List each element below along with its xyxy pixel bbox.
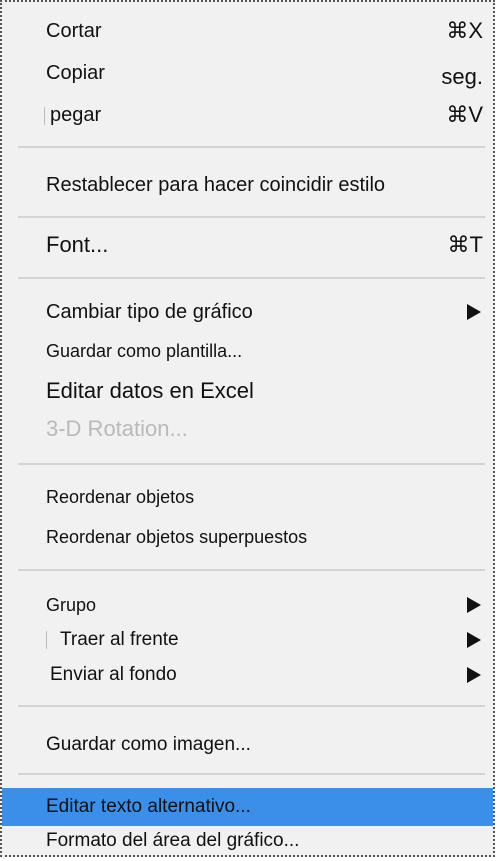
menu-item-font[interactable]: Font... ⌘T: [2, 228, 493, 262]
menu-separator: [18, 216, 485, 218]
shortcut-label: seg.: [441, 64, 483, 89]
menu-item-cut[interactable]: Cortar ⌘X: [2, 14, 493, 48]
menu-item-label: Editar texto alternativo...: [46, 796, 251, 817]
menu-separator: [18, 146, 485, 148]
shortcut-label: ⌘V: [446, 102, 483, 127]
menu-item-change-chart-type[interactable]: Cambiar tipo de gráfico: [2, 295, 493, 329]
context-menu: Cortar ⌘X Copiar seg. pegar ⌘V Restablec…: [0, 0, 495, 857]
menu-item-edit-alt-text[interactable]: Editar texto alternativo...: [2, 788, 493, 826]
menu-item-label: Traer al frente: [60, 629, 179, 650]
submenu-arrow-icon: [467, 304, 481, 320]
menu-item-label: Reordenar objetos: [46, 487, 195, 507]
menu-separator: [18, 569, 485, 571]
menu-item-label: Enviar al fondo: [50, 664, 177, 685]
menu-item-send-back[interactable]: Enviar al fondo: [2, 658, 493, 692]
menu-item-edit-data-excel[interactable]: Editar datos en Excel: [2, 374, 493, 408]
menu-item-label: Font...: [46, 232, 109, 257]
menu-separator: [18, 463, 485, 465]
menu-item-label: Formato del área del gráfico...: [46, 830, 300, 851]
menu-item-reorder-overlapping[interactable]: Reordenar objetos superpuestos: [2, 520, 493, 554]
menu-item-label: pegar: [50, 104, 102, 126]
menu-item-label: 3-D Rotation...: [46, 416, 188, 441]
menu-item-paste[interactable]: pegar ⌘V: [2, 98, 493, 132]
text-cursor-marker: [44, 107, 45, 125]
menu-separator: [18, 705, 485, 707]
menu-separator: [18, 773, 485, 775]
menu-item-3d-rotation: 3-D Rotation...: [2, 412, 493, 446]
menu-item-label: Reordenar objetos superpuestos: [46, 527, 308, 547]
menu-item-format-chart-area[interactable]: Formato del área del gráfico...: [2, 824, 493, 858]
menu-item-reset-style[interactable]: Restablecer para hacer coincidir estilo: [2, 168, 493, 202]
shortcut-label: ⌘X: [446, 18, 483, 43]
menu-item-group[interactable]: Grupo: [2, 588, 493, 622]
menu-item-label: Cambiar tipo de gráfico: [46, 301, 253, 323]
menu-item-save-as-image[interactable]: Guardar como imagen...: [2, 728, 493, 762]
shortcut-label: ⌘T: [447, 232, 483, 257]
menu-item-label: Cortar: [46, 20, 102, 42]
submenu-arrow-icon: [467, 667, 481, 683]
menu-separator: [18, 277, 485, 279]
submenu-arrow-icon: [467, 632, 481, 648]
menu-item-bring-front[interactable]: Traer al frente: [2, 623, 493, 657]
submenu-arrow-icon: [467, 597, 481, 613]
menu-item-label: Restablecer para hacer coincidir estilo: [46, 174, 386, 196]
menu-item-reorder-objects[interactable]: Reordenar objetos: [2, 480, 493, 514]
menu-item-label: Copiar: [46, 62, 105, 84]
menu-item-copy[interactable]: Copiar seg.: [2, 56, 493, 90]
menu-item-label: Guardar como plantilla...: [46, 341, 243, 361]
menu-item-save-template[interactable]: Guardar como plantilla...: [2, 334, 493, 368]
menu-item-label: Guardar como imagen...: [46, 734, 251, 755]
menu-item-label: Grupo: [46, 595, 97, 615]
menu-item-label: Editar datos en Excel: [46, 378, 254, 403]
text-cursor-marker: [46, 631, 47, 649]
